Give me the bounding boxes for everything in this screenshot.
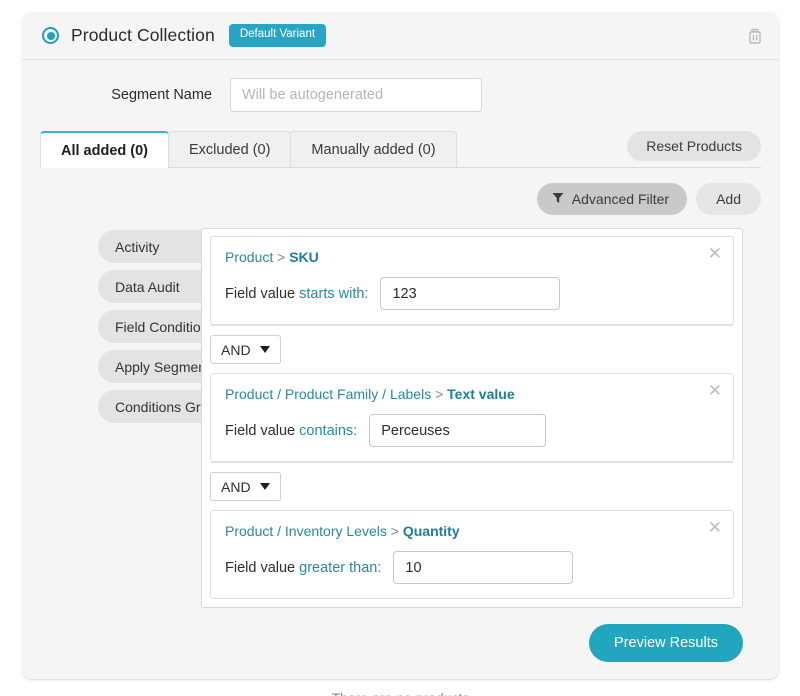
condition-field-label: Field value (225, 285, 300, 302)
close-icon[interactable]: ✕ (708, 383, 722, 400)
filters-column: Product > SKU Field value starts with: ✕ (201, 228, 743, 608)
product-collection-card: Product Collection Default Variant Segme… (22, 12, 779, 696)
condition-path: Product / Product Family / Labels > Text… (225, 386, 719, 402)
joiner-label: AND (221, 341, 251, 358)
condition-value-input[interactable] (393, 551, 574, 584)
add-button[interactable]: Add (696, 183, 761, 215)
trash-icon-svg (749, 28, 761, 44)
funnel-icon-svg (552, 193, 564, 203)
condition-path-leaf: Quantity (402, 523, 460, 539)
status-badge: Default Variant (228, 24, 327, 47)
condition-row: Field value starts with: (225, 277, 719, 310)
close-icon[interactable]: ✕ (708, 246, 722, 263)
condition-path-separator: > (431, 386, 448, 402)
joiner-row: AND (210, 325, 734, 373)
condition-path-prefix: Product / Product Family / Labels (225, 386, 432, 402)
page-title: Product Collection (71, 25, 215, 45)
preview-results-button[interactable]: Preview Results (589, 624, 743, 662)
advanced-filter-button[interactable]: Advanced Filter (536, 183, 688, 215)
condition-field-label: Field value (225, 559, 300, 576)
condition-path-separator: > (273, 249, 290, 265)
joiner-row: AND (210, 462, 734, 510)
main-columns: Activity Data Audit Field Condition Appl… (40, 215, 761, 608)
condition-card: Product > SKU Field value starts with: ✕ (210, 236, 734, 325)
condition-operator[interactable]: greater than: (299, 560, 381, 576)
condition-label: Field value contains: (225, 423, 357, 439)
condition-operator[interactable]: contains: (299, 423, 357, 439)
filter-actions: Advanced Filter Add (40, 168, 761, 215)
condition-value-input[interactable] (369, 414, 547, 447)
condition-path-prefix: Product / Inventory Levels (225, 523, 387, 539)
funnel-icon (552, 191, 564, 207)
segment-name-label: Segment Name (111, 87, 212, 103)
tab-all-added[interactable]: All added (0) (40, 131, 170, 168)
trash-icon[interactable] (747, 27, 763, 44)
tabs-row: All added (0) Excluded (0) Manually adde… (40, 131, 761, 168)
condition-path: Product > SKU (225, 249, 719, 265)
close-icon[interactable]: ✕ (708, 520, 722, 537)
condition-card: Product / Inventory Levels > Quantity Fi… (210, 510, 734, 599)
segment-name-input[interactable] (230, 78, 482, 112)
condition-field-label: Field value (225, 422, 300, 439)
chevron-down-icon (259, 483, 270, 490)
joiner-label: AND (221, 478, 251, 495)
condition-path-leaf: Text value (447, 386, 515, 402)
condition-label: Field value greater than: (225, 560, 381, 576)
chevron-down-icon (259, 346, 270, 353)
condition-label: Field value starts with: (225, 286, 368, 302)
condition-row: Field value greater than: (225, 551, 719, 584)
condition-path-separator: > (386, 523, 403, 539)
radio-selected-icon[interactable] (42, 27, 59, 44)
condition-path-prefix: Product (225, 249, 274, 265)
tab-excluded[interactable]: Excluded (0) (168, 131, 292, 167)
card-header: Product Collection Default Variant (22, 12, 779, 60)
condition-row: Field value contains: (225, 414, 719, 447)
page-root: Product Collection Default Variant Segme… (0, 0, 800, 696)
condition-type-list: Activity Data Audit Field Condition Appl… (40, 228, 245, 430)
condition-path-leaf: SKU (289, 249, 319, 265)
segment-name-row: Segment Name (40, 60, 761, 128)
condition-path: Product / Inventory Levels > Quantity (225, 523, 719, 539)
empty-state-message: There are no products (40, 662, 761, 696)
condition-operator[interactable]: starts with: (299, 286, 368, 302)
joiner-select[interactable]: AND (210, 472, 281, 501)
joiner-select[interactable]: AND (210, 335, 281, 364)
reset-products-button[interactable]: Reset Products (627, 131, 761, 161)
advanced-filter-label: Advanced Filter (571, 191, 670, 207)
tab-manually-added[interactable]: Manually added (0) (290, 131, 457, 167)
condition-card: Product / Product Family / Labels > Text… (210, 373, 734, 462)
preview-row: Preview Results (40, 608, 761, 662)
card-body: Segment Name All added (0) Excluded (0) … (22, 60, 779, 696)
filters-container: Product > SKU Field value starts with: ✕ (201, 228, 743, 608)
condition-value-input[interactable] (380, 277, 561, 310)
